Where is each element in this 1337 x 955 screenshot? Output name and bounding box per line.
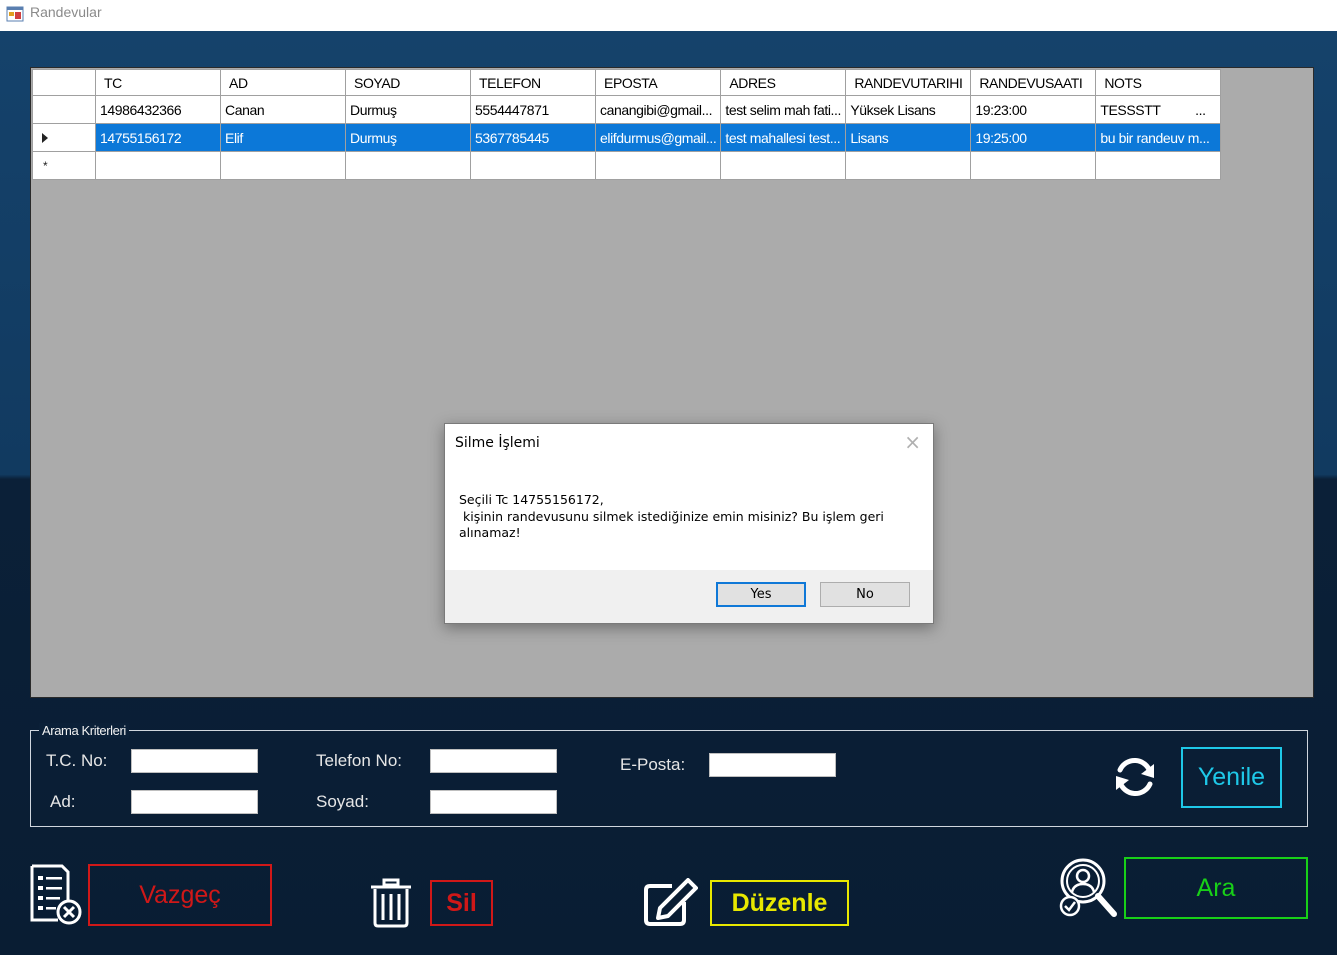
table-row-selected[interactable]: 14755156172 Elif Durmuş 5367785445 elifd… xyxy=(32,123,1222,152)
sil-button[interactable]: Sil xyxy=(430,880,493,926)
column-header-ad[interactable]: AD xyxy=(220,69,346,96)
cell-randevusaati[interactable]: 19:23:00 xyxy=(970,95,1097,124)
column-header-eposta[interactable]: EPOSTA xyxy=(594,69,722,96)
ad-input[interactable] xyxy=(131,790,258,814)
dialog-title: Silme İşlemi xyxy=(455,435,540,451)
cell-nots[interactable]: bu bir randeuv m... xyxy=(1095,123,1222,152)
search-user-icon xyxy=(1059,858,1117,917)
tc-label: T.C. No: xyxy=(46,751,108,770)
cell-randevutarihi[interactable]: Yüksek Lisans xyxy=(845,95,972,124)
cell-empty[interactable] xyxy=(345,151,471,180)
new-row[interactable]: * xyxy=(32,151,1222,180)
dialog-message: Seçili Tc 14755156172, kişinin randevusu… xyxy=(459,492,884,540)
row-header[interactable]: * xyxy=(32,151,96,180)
cell-randevusaati[interactable]: 19:25:00 xyxy=(970,123,1097,152)
cell-adres[interactable]: test selim mah fati... xyxy=(720,95,847,124)
windows-form-icon xyxy=(6,6,24,22)
duzenle-button[interactable]: Düzenle xyxy=(710,880,849,926)
title-bar: Randevular xyxy=(0,0,1337,31)
column-header-telefon[interactable]: TELEFON xyxy=(470,69,596,96)
soyad-input[interactable] xyxy=(430,790,557,814)
cell-adres[interactable]: test mahallesi test... xyxy=(720,123,847,152)
close-icon[interactable]: × xyxy=(904,432,921,452)
dialog-footer: Yes No xyxy=(445,570,933,623)
cell-soyad[interactable]: Durmuş xyxy=(345,123,471,152)
refresh-icon[interactable] xyxy=(1110,752,1160,802)
cell-empty[interactable] xyxy=(845,151,972,180)
cell-ad[interactable]: Elif xyxy=(220,123,346,152)
delete-confirm-dialog: Silme İşlemi × Seçili Tc 14755156172, ki… xyxy=(444,423,934,624)
yes-button[interactable]: Yes xyxy=(716,582,806,607)
cell-nots[interactable]: TESSSTT ... xyxy=(1095,95,1222,124)
cell-tc[interactable]: 14986432366 xyxy=(95,95,221,124)
telefon-input[interactable] xyxy=(430,749,557,773)
cancel-document-icon xyxy=(30,864,82,925)
group-legend: Arama Kriterleri xyxy=(39,723,129,738)
grid-corner-header[interactable] xyxy=(32,69,96,96)
grid-header-row: TC AD SOYAD TELEFON EPOSTA ADRES RANDEVU… xyxy=(32,69,1222,96)
new-row-star-icon: * xyxy=(43,159,48,173)
cell-ad[interactable]: Canan xyxy=(220,95,346,124)
vazgec-button[interactable]: Vazgeç xyxy=(88,864,272,926)
window-title: Randevular xyxy=(30,4,102,20)
column-header-nots[interactable]: NOTS xyxy=(1095,69,1222,96)
yenile-button[interactable]: Yenile xyxy=(1181,747,1282,808)
row-header[interactable] xyxy=(32,95,96,124)
column-header-randevusaati[interactable]: RANDEVUSAATI xyxy=(970,69,1097,96)
no-button[interactable]: No xyxy=(820,582,910,607)
cell-empty[interactable] xyxy=(594,151,722,180)
table-row[interactable]: 14986432366 Canan Durmuş 5554447871 cana… xyxy=(32,95,1222,124)
ara-button[interactable]: Ara xyxy=(1124,857,1308,919)
cell-empty[interactable] xyxy=(470,151,596,180)
row-header[interactable] xyxy=(32,123,96,152)
cell-eposta[interactable]: elifdurmus@gmail... xyxy=(594,123,722,152)
cell-empty[interactable] xyxy=(720,151,847,180)
eposta-input[interactable] xyxy=(709,753,836,777)
cell-empty[interactable] xyxy=(220,151,346,180)
current-row-arrow-icon xyxy=(42,133,48,143)
cell-tc[interactable]: 14755156172 xyxy=(95,123,221,152)
cell-empty[interactable] xyxy=(970,151,1097,180)
tc-input[interactable] xyxy=(131,749,258,773)
trash-icon xyxy=(371,878,411,928)
column-header-tc[interactable]: TC xyxy=(95,69,221,96)
cell-empty[interactable] xyxy=(95,151,221,180)
eposta-label: E-Posta: xyxy=(620,755,686,774)
cell-telefon[interactable]: 5554447871 xyxy=(470,95,596,124)
cell-eposta[interactable]: canangibi@gmail... xyxy=(594,95,722,124)
grid-table: TC AD SOYAD TELEFON EPOSTA ADRES RANDEVU… xyxy=(32,69,1222,180)
cell-randevutarihi[interactable]: Lisans xyxy=(845,123,972,152)
edit-icon xyxy=(644,878,698,926)
column-header-adres[interactable]: ADRES xyxy=(720,69,847,96)
cell-telefon[interactable]: 5367785445 xyxy=(470,123,596,152)
soyad-label: Soyad: xyxy=(316,792,369,811)
telefon-label: Telefon No: xyxy=(316,751,402,770)
column-header-randevutarihi[interactable]: RANDEVUTARIHI xyxy=(845,69,972,96)
cell-empty[interactable] xyxy=(1095,151,1222,180)
cell-soyad[interactable]: Durmuş xyxy=(345,95,471,124)
column-header-soyad[interactable]: SOYAD xyxy=(345,69,471,96)
ad-label: Ad: xyxy=(50,792,76,811)
